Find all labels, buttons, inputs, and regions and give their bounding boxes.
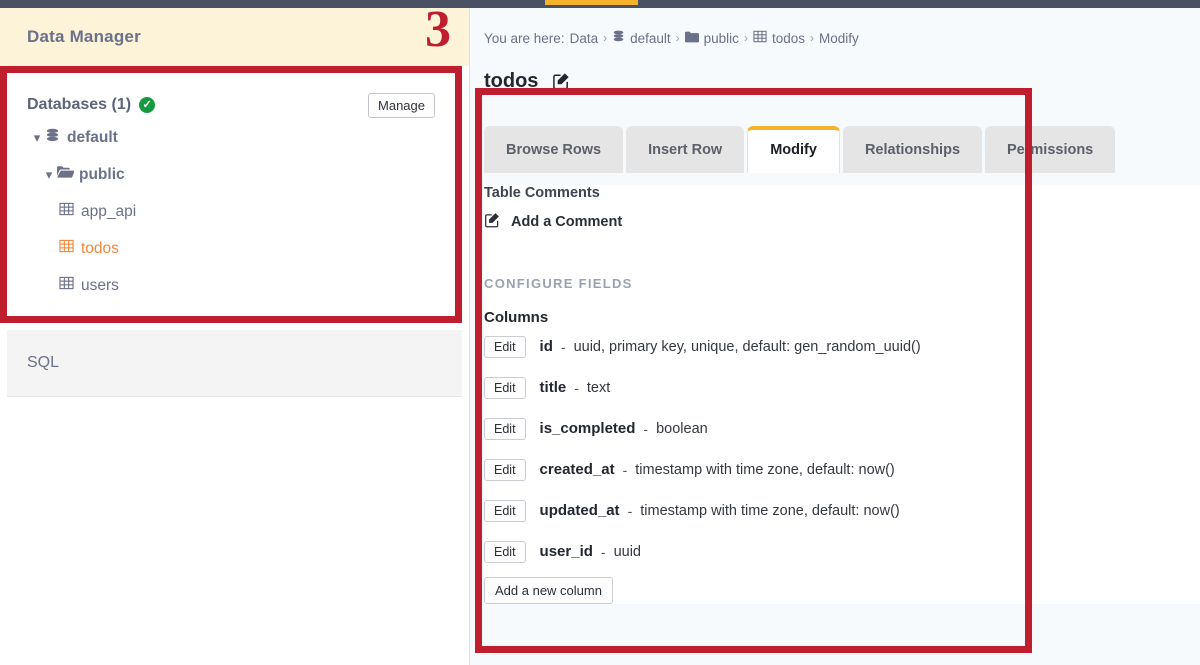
breadcrumb: You are here: Data › default › public ›	[484, 30, 859, 46]
edit-column-button[interactable]: Edit	[484, 376, 526, 399]
annotation-step-number: 3	[425, 1, 451, 58]
database-icon	[45, 128, 67, 148]
tree-item-default[interactable]: ▾ default	[27, 119, 435, 156]
column-row-id: Edit id - uuid, primary key, unique, def…	[484, 326, 1200, 367]
column-row-user_id: Edit user_id - uuid	[484, 531, 1200, 572]
edit-column-button[interactable]: Edit	[484, 417, 526, 440]
column-dash: -	[643, 420, 649, 437]
column-dash: -	[622, 461, 628, 478]
column-type: uuid	[613, 543, 641, 560]
breadcrumb-separator: ›	[809, 31, 814, 45]
table-tabs: Browse Rows Insert Row Modify Relationsh…	[484, 126, 1116, 173]
column-name: created_at	[539, 461, 615, 478]
breadcrumb-separator: ›	[743, 31, 748, 45]
modify-panel-body: Table Comments Add a Comment CONFIGURE F…	[484, 185, 1200, 604]
tree-item-label: public	[79, 165, 125, 183]
top-bar	[0, 0, 1200, 8]
table-comments-heading: Table Comments	[484, 185, 600, 201]
tree-item-label: app_api	[81, 202, 137, 220]
column-dash: -	[560, 338, 566, 355]
column-name: title	[539, 379, 567, 396]
add-comment-label: Add a Comment	[511, 213, 623, 230]
column-dash: -	[627, 502, 633, 519]
sidebar: Data Manager 3 Databases (1) ✓ Manage ▾	[0, 4, 470, 665]
edit-column-button[interactable]: Edit	[484, 458, 526, 481]
breadcrumb-item-public[interactable]: public	[704, 31, 739, 46]
folder-icon	[684, 31, 699, 46]
breadcrumb-separator: ›	[603, 31, 608, 45]
tree-item-label: default	[67, 128, 118, 146]
sidebar-title: Data Manager	[27, 27, 141, 46]
columns-label: Columns	[484, 309, 549, 326]
column-row-title: Edit title - text	[484, 367, 1200, 408]
folder-open-icon	[57, 165, 79, 184]
table-icon	[59, 239, 81, 258]
edit-column-button[interactable]: Edit	[484, 540, 526, 563]
tab-insert-row[interactable]: Insert Row	[626, 126, 745, 173]
tree-item-todos[interactable]: todos	[27, 230, 435, 267]
breadcrumb-prefix: You are here:	[484, 30, 565, 46]
sql-label: SQL	[27, 354, 60, 371]
add-new-column-button[interactable]: Add a new column	[484, 577, 613, 604]
table-icon	[753, 30, 767, 46]
column-type: timestamp with time zone, default: now()	[640, 502, 900, 519]
column-dash: -	[574, 379, 579, 396]
tree-item-public[interactable]: ▾ public	[27, 156, 435, 193]
top-bar-active-tab-indicator[interactable]	[545, 0, 638, 5]
table-icon	[59, 276, 81, 295]
tree-item-label: todos	[81, 239, 119, 257]
tab-permissions[interactable]: Permissions	[985, 126, 1116, 173]
chevron-down-icon[interactable]: ▾	[41, 168, 57, 181]
tab-modify[interactable]: Modify	[747, 126, 840, 173]
edit-column-button[interactable]: Edit	[484, 335, 526, 358]
breadcrumb-separator: ›	[675, 31, 680, 45]
column-name: is_completed	[539, 420, 636, 437]
check-circle-icon: ✓	[139, 97, 156, 113]
databases-heading: Databases (1)	[27, 96, 132, 113]
column-type: timestamp with time zone, default: now()	[635, 461, 895, 478]
page-title-row: todos	[484, 70, 571, 93]
tab-browse-rows[interactable]: Browse Rows	[484, 126, 624, 173]
column-row-updated_at: Edit updated_at - timestamp with time zo…	[484, 490, 1200, 531]
column-row-is_completed: Edit is_completed - boolean	[484, 408, 1200, 449]
chevron-down-icon[interactable]: ▾	[29, 131, 45, 144]
breadcrumb-item-data[interactable]: Data	[570, 31, 599, 46]
tree-item-users[interactable]: users	[27, 267, 435, 304]
sidebar-header: Data Manager 3	[0, 4, 469, 66]
databases-header: Databases (1) ✓ Manage	[27, 91, 435, 119]
tree-item-label: users	[81, 276, 119, 294]
breadcrumb-item-modify: Modify	[818, 30, 859, 46]
column-dash: -	[600, 543, 606, 560]
column-type: text	[586, 379, 611, 396]
page-title: todos	[484, 70, 539, 92]
column-name: id	[539, 338, 553, 355]
tree-item-app_api[interactable]: app_api	[27, 193, 435, 230]
tab-relationships[interactable]: Relationships	[842, 126, 983, 173]
column-row-created_at: Edit created_at - timestamp with time zo…	[484, 449, 1200, 490]
breadcrumb-item-default[interactable]: default	[630, 31, 671, 46]
edit-column-button[interactable]: Edit	[484, 499, 526, 522]
manage-button[interactable]: Manage	[368, 92, 435, 118]
configure-fields-label: CONFIGURE FIELDS	[484, 276, 633, 291]
database-icon	[612, 30, 625, 46]
edit-pencil-icon[interactable]	[552, 71, 571, 93]
edit-pencil-icon	[484, 211, 501, 232]
column-type: boolean	[656, 420, 708, 437]
column-name: user_id	[539, 543, 593, 560]
databases-tree-panel: Databases (1) ✓ Manage ▾ default ▾ publi…	[7, 73, 455, 316]
column-name: updated_at	[539, 502, 620, 519]
main-panel: You are here: Data › default › public ›	[470, 8, 1200, 665]
sql-section[interactable]: SQL	[7, 330, 462, 397]
column-type: uuid, primary key, unique, default: gen_…	[573, 338, 921, 355]
table-icon	[59, 202, 81, 221]
add-comment-button[interactable]: Add a Comment	[484, 211, 1200, 232]
breadcrumb-item-todos[interactable]: todos	[772, 31, 805, 46]
